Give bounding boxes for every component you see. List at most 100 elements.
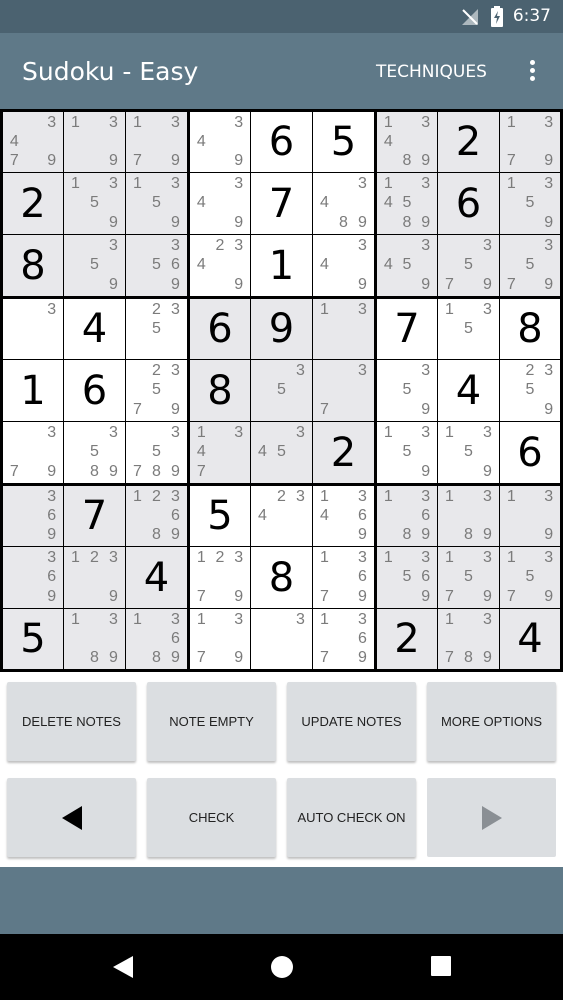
sudoku-cell-r5c8[interactable]: 4 (438, 360, 499, 421)
next-button[interactable] (427, 778, 556, 857)
sudoku-cell-r5c3[interactable]: 2357 9 (126, 360, 187, 421)
sudoku-cell-r4c3[interactable]: 235 (126, 299, 187, 359)
sudoku-cell-r7c6[interactable]: 1 3 4 6 9 (313, 486, 374, 546)
note-digit (334, 256, 353, 276)
sudoku-cell-r3c5[interactable]: 1 (251, 235, 312, 296)
sudoku-cell-r8c9[interactable]: 1 357 9 (500, 547, 560, 608)
sudoku-cell-r7c9[interactable]: 1 3 9 (500, 486, 560, 546)
sudoku-cell-r1c7[interactable]: 1 3 489 (377, 112, 437, 172)
sudoku-cell-r1c1[interactable]: 3 4 7 9 (3, 112, 63, 172)
sudoku-cell-r1c9[interactable]: 1 3 7 9 (500, 112, 560, 172)
sudoku-cell-r1c4[interactable]: 3 4 9 (190, 112, 250, 172)
note-digit (539, 256, 558, 276)
sudoku-cell-r9c4[interactable]: 1 3 7 9 (190, 609, 250, 669)
sudoku-cell-r8c5[interactable]: 8 (251, 547, 312, 608)
sudoku-cell-r3c7[interactable]: 3 459 (377, 235, 437, 296)
sudoku-cell-r1c2[interactable]: 1 3 9 (64, 112, 125, 172)
sudoku-cell-r6c3[interactable]: 35789 (126, 422, 187, 483)
sudoku-cell-r5c1[interactable]: 1 (3, 360, 63, 421)
sudoku-cell-r9c7[interactable]: 2 (377, 609, 437, 669)
sudoku-cell-r2c7[interactable]: 1 3 45 89 (377, 173, 437, 234)
sudoku-cell-r2c2[interactable]: 1 359 (64, 173, 125, 234)
sudoku-cell-r2c1[interactable]: 2 (3, 173, 63, 234)
sudoku-cell-r9c8[interactable]: 1 3 789 (438, 609, 499, 669)
home-circle-icon[interactable] (270, 955, 294, 979)
delete-notes-button[interactable]: DELETE NOTES (7, 682, 136, 761)
sudoku-cell-r7c1[interactable]: 36 9 (3, 486, 63, 546)
sudoku-cell-r6c6[interactable]: 2 (313, 422, 374, 483)
sudoku-cell-r3c1[interactable]: 8 (3, 235, 63, 296)
more-vert-icon[interactable] (522, 57, 542, 87)
sudoku-cell-r2c9[interactable]: 1 359 (500, 173, 560, 234)
sudoku-cell-r9c3[interactable]: 1 3689 (126, 609, 187, 669)
sudoku-cell-r4c9[interactable]: 8 (500, 299, 560, 359)
back-triangle-icon[interactable] (112, 955, 134, 979)
techniques-button[interactable]: TECHNIQUES (376, 62, 487, 82)
sudoku-cell-r3c9[interactable]: 357 9 (500, 235, 560, 296)
sudoku-cell-r8c8[interactable]: 1 357 9 (438, 547, 499, 608)
sudoku-cell-r2c3[interactable]: 1 359 (126, 173, 187, 234)
recents-square-icon[interactable] (430, 955, 452, 977)
note-digit (42, 443, 61, 463)
sudoku-cell-r3c8[interactable]: 357 9 (438, 235, 499, 296)
sudoku-cell-r7c4[interactable]: 5 (190, 486, 250, 546)
sudoku-cell-r8c6[interactable]: 1 3 6 7 9 (313, 547, 374, 608)
sudoku-cell-r2c8[interactable]: 6 (438, 173, 499, 234)
sudoku-cell-r8c2[interactable]: 123 9 (64, 547, 125, 608)
sudoku-cell-r8c1[interactable]: 3 6 9 (3, 547, 63, 608)
sudoku-cell-r6c5[interactable]: 3 45 (251, 422, 312, 483)
sudoku-cell-r4c1[interactable]: 3 (3, 299, 63, 359)
sudoku-cell-r9c5[interactable]: 3 (251, 609, 312, 669)
note-empty-button[interactable]: NOTE EMPTY (147, 682, 276, 761)
sudoku-cell-r7c3[interactable]: 123689 (126, 486, 187, 546)
sudoku-cell-r5c7[interactable]: 359 (377, 360, 437, 421)
sudoku-cell-r4c7[interactable]: 7 (377, 299, 437, 359)
sudoku-cell-r8c3[interactable]: 4 (126, 547, 187, 608)
sudoku-cell-r3c2[interactable]: 359 (64, 235, 125, 296)
sudoku-cell-r4c4[interactable]: 6 (190, 299, 250, 359)
sudoku-cell-r3c3[interactable]: 356 9 (126, 235, 187, 296)
sudoku-cell-r6c7[interactable]: 1 359 (377, 422, 437, 483)
sudoku-cell-r9c9[interactable]: 4 (500, 609, 560, 669)
sudoku-cell-r7c7[interactable]: 1 3689 (377, 486, 437, 546)
previous-button[interactable] (7, 778, 136, 857)
sudoku-cell-r2c5[interactable]: 7 (251, 173, 312, 234)
sudoku-cell-r6c1[interactable]: 3 7 9 (3, 422, 63, 483)
sudoku-cell-r3c4[interactable]: 23 4 9 (190, 235, 250, 296)
sudoku-cell-r1c3[interactable]: 1 3 7 9 (126, 112, 187, 172)
sudoku-cell-r5c9[interactable]: 2359 (500, 360, 560, 421)
sudoku-cell-r8c4[interactable]: 123 7 9 (190, 547, 250, 608)
sudoku-cell-r1c5[interactable]: 6 (251, 112, 312, 172)
sudoku-cell-r4c2[interactable]: 4 (64, 299, 125, 359)
sudoku-cell-r4c8[interactable]: 1 35 (438, 299, 499, 359)
sudoku-cell-r7c8[interactable]: 1 3 89 (438, 486, 499, 546)
sudoku-cell-r6c9[interactable]: 6 (500, 422, 560, 483)
note-digit (147, 132, 166, 151)
sudoku-cell-r4c6[interactable]: 13 (313, 299, 374, 359)
sudoku-cell-r6c8[interactable]: 1 359 (438, 422, 499, 483)
sudoku-cell-r1c8[interactable]: 2 (438, 112, 499, 172)
sudoku-cell-r9c2[interactable]: 1 3 89 (64, 609, 125, 669)
sudoku-cell-r4c5[interactable]: 9 (251, 299, 312, 359)
update-notes-button[interactable]: UPDATE NOTES (287, 682, 416, 761)
note-digit (416, 256, 435, 276)
sudoku-cell-r9c1[interactable]: 5 (3, 609, 63, 669)
note-digit: 7 (445, 276, 454, 294)
sudoku-cell-r5c4[interactable]: 8 (190, 360, 250, 421)
sudoku-cell-r8c7[interactable]: 1 356 9 (377, 547, 437, 608)
sudoku-cell-r5c2[interactable]: 6 (64, 360, 125, 421)
sudoku-cell-r2c4[interactable]: 3 4 9 (190, 173, 250, 234)
sudoku-cell-r5c5[interactable]: 35 (251, 360, 312, 421)
more-options-button[interactable]: MORE OPTIONS (427, 682, 556, 761)
auto-check-button[interactable]: AUTO CHECK ON (287, 778, 416, 857)
sudoku-cell-r9c6[interactable]: 1 36 7 9 (313, 609, 374, 669)
sudoku-cell-r6c2[interactable]: 35 89 (64, 422, 125, 483)
sudoku-cell-r2c6[interactable]: 3 489 (313, 173, 374, 234)
sudoku-cell-r5c6[interactable]: 37 (313, 360, 374, 421)
sudoku-cell-r3c6[interactable]: 3 4 9 (313, 235, 374, 296)
sudoku-cell-r1c6[interactable]: 5 (313, 112, 374, 172)
sudoku-cell-r7c5[interactable]: 23 4 (251, 486, 312, 546)
sudoku-cell-r7c2[interactable]: 7 (64, 486, 125, 546)
check-button[interactable]: CHECK (147, 778, 276, 857)
sudoku-cell-r6c4[interactable]: 1 3 4 7 (190, 422, 250, 483)
